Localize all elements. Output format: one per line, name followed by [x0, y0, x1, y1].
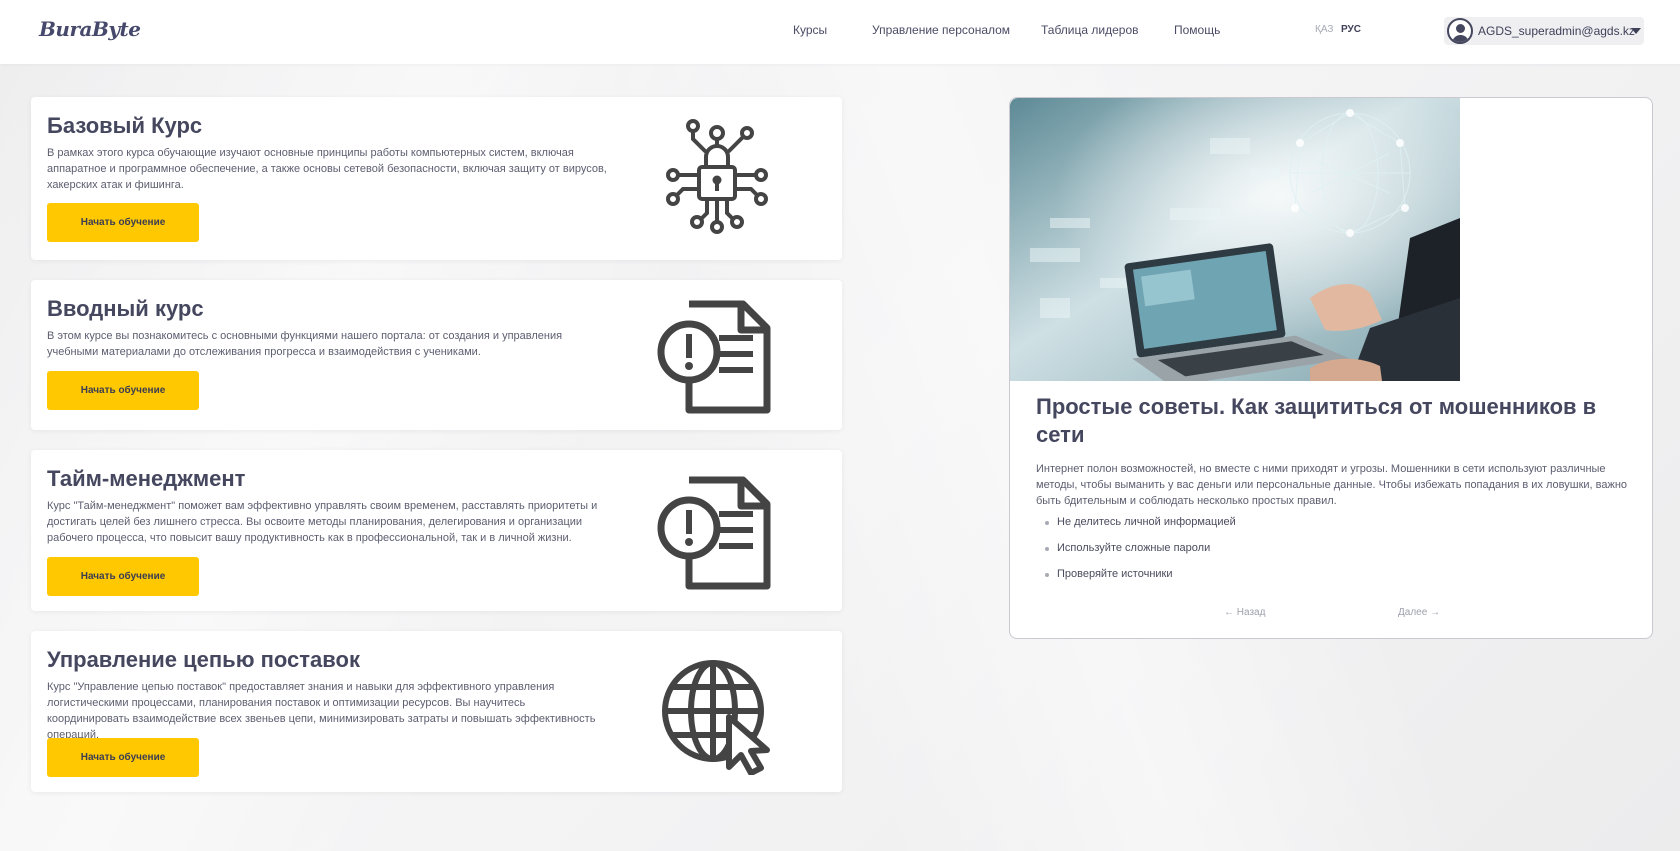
course-description: В этом курсе вы познакомитесь с основным… — [47, 330, 563, 358]
nav-item-help[interactable]: Помощь — [1174, 23, 1220, 37]
document-alert-icon — [657, 300, 771, 414]
avatar-icon — [1447, 18, 1473, 44]
globe-cursor-icon — [662, 660, 770, 775]
lang-switch-kz[interactable]: ҚАЗ — [1315, 24, 1333, 35]
course-description: Курс "Тайм-менеджмент" поможет вам эффек… — [47, 500, 598, 544]
course-card: Вводный курс В этом курсе вы познакомите… — [31, 280, 842, 430]
start-course-button[interactable]: Начать обучение — [47, 203, 199, 242]
list-item: Проверяйте источники — [1036, 568, 1236, 594]
tips-intro: Интернет полон возможностей, но вместе с… — [1036, 463, 1628, 507]
course-title: Базовый Курс — [47, 113, 203, 138]
list-item: Используйте сложные пароли — [1036, 542, 1236, 568]
chevron-down-icon[interactable] — [1631, 28, 1641, 34]
nav-item-staff-management[interactable]: Управление персоналом — [872, 23, 1010, 37]
course-card: Базовый Курс В рамках этого курса обучаю… — [31, 97, 842, 260]
user-menu[interactable]: AGDS_superadmin@agds.kz — [1444, 17, 1644, 45]
logo[interactable]: BuraByte — [39, 17, 141, 41]
tips-panel: Простые советы. Как защититься от мошенн… — [1009, 97, 1653, 639]
nav-item-leaderboard[interactable]: Таблица лидеров — [1041, 23, 1139, 37]
user-email: AGDS_superadmin@agds.kz — [1478, 24, 1635, 38]
network-lock-icon — [666, 119, 768, 234]
course-description: Курс "Управление цепью поставок" предост… — [47, 681, 596, 741]
document-alert-icon — [657, 476, 771, 590]
course-title: Тайм-менеджмент — [47, 466, 246, 491]
course-card: Управление цепью поставок Курс "Управлен… — [31, 631, 842, 792]
course-title: Управление цепью поставок — [47, 647, 360, 672]
start-course-button[interactable]: Начать обучение — [47, 371, 199, 410]
next-button[interactable]: Далее → — [1398, 607, 1440, 618]
lang-switch-ru[interactable]: РУС — [1341, 24, 1361, 35]
nav-item-courses[interactable]: Курсы — [793, 23, 827, 37]
list-item: Не делитесь личной информацией — [1036, 516, 1236, 542]
tips-list: Не делитесь личной информацией Используй… — [1036, 516, 1236, 594]
course-description: В рамках этого курса обучающие изучают о… — [47, 147, 607, 191]
start-course-button[interactable]: Начать обучение — [47, 738, 199, 777]
start-course-button[interactable]: Начать обучение — [47, 557, 199, 596]
prev-button[interactable]: ← Назад — [1224, 607, 1265, 618]
course-title: Вводный курс — [47, 296, 204, 321]
hands-laptop-network-globe-image — [1010, 98, 1460, 381]
top-header: BuraByte Курсы Управление персоналом Таб… — [0, 0, 1680, 64]
course-card: Тайм-менеджмент Курс "Тайм-менеджмент" п… — [31, 450, 842, 611]
tips-title: Простые советы. Как защититься от мошенн… — [1036, 394, 1597, 447]
